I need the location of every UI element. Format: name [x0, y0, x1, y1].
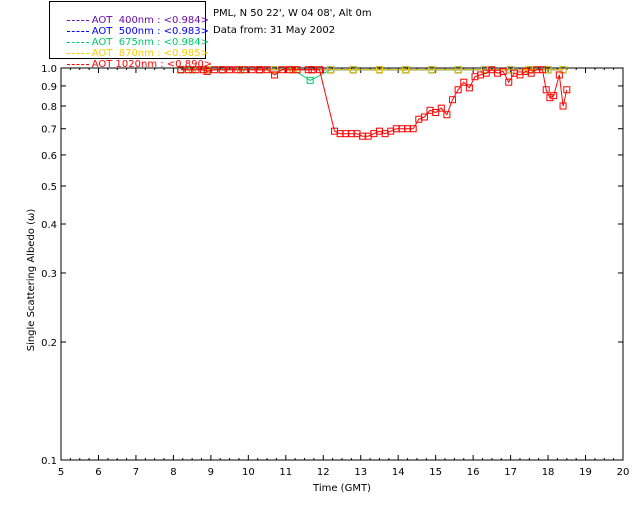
x-tick-label: 20: [617, 467, 630, 478]
y-tick-label: 0.4: [41, 220, 57, 231]
x-tick-label: 12: [317, 467, 330, 478]
y-tick-label: 0.2: [41, 338, 57, 349]
series-4: [177, 66, 571, 140]
x-axis: 5 6 7 8 9 10 11 12 13 14 15 16 17 18 19 20: [58, 68, 630, 478]
y-axis-label: Single Scattering Albedo (ω): [26, 209, 37, 352]
x-tick-label: 19: [579, 467, 592, 478]
y-tick-label: 0.6: [41, 151, 57, 162]
chart-area: 1.0 0.9 0.8 0.7 0.6 0.5 0.4 0.3 0.2 0.1 5 6 7 8 9 10 11…: [26, 64, 630, 494]
x-tick-label: 11: [279, 467, 292, 478]
x-tick-label: 6: [95, 467, 101, 478]
x-tick-label: 10: [242, 467, 255, 478]
x-tick-label: 14: [392, 467, 405, 478]
y-axis: 1.0 0.9 0.8 0.7 0.6 0.5 0.4 0.3 0.2 0.1: [41, 64, 623, 467]
y-tick-label: 0.5: [41, 182, 57, 193]
series-layer: [177, 66, 571, 140]
y-tick-label: 1.0: [41, 64, 57, 75]
x-axis-label: Time (GMT): [312, 483, 371, 494]
y-tick-label: 0.1: [41, 456, 57, 467]
x-tick-label: 18: [542, 467, 555, 478]
y-tick-label: 0.7: [41, 125, 57, 136]
x-tick-label: 8: [170, 467, 176, 478]
x-tick-label: 7: [133, 467, 139, 478]
x-tick-label: 17: [504, 467, 517, 478]
x-tick-label: 16: [467, 467, 480, 478]
y-tick-label: 0.9: [41, 82, 57, 93]
x-tick-label: 5: [58, 467, 64, 478]
x-tick-label: 9: [208, 467, 214, 478]
x-tick-label: 13: [354, 467, 367, 478]
plot-frame: [60, 67, 624, 461]
y-tick-label: 0.8: [41, 102, 57, 113]
y-tick-label: 0.3: [41, 269, 57, 280]
x-tick-label: 15: [429, 467, 442, 478]
